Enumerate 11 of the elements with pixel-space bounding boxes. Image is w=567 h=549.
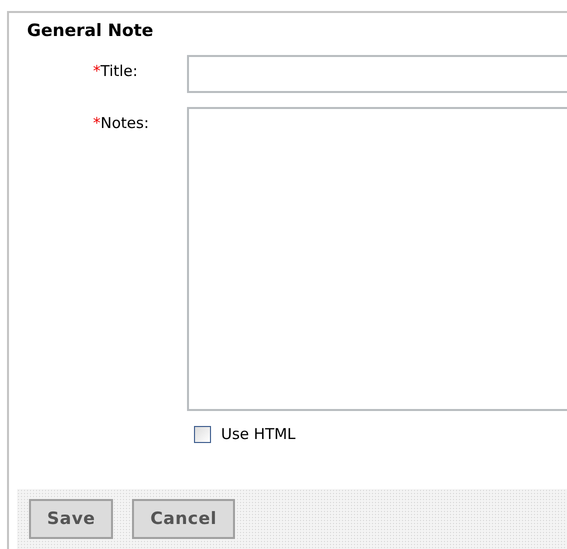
checkbox[interactable] [194,426,211,442]
form-button[interactable]: Save [29,499,114,539]
panel-title: General Note [27,21,154,41]
required-mark: * [93,62,100,80]
title-field[interactable] [187,55,567,93]
notes-field[interactable] [187,107,567,411]
field-label: Notes: [100,114,149,132]
field-label: Title: [100,62,138,80]
required-mark: * [93,114,100,132]
checkbox-label: Use HTML [221,425,296,443]
form-button[interactable]: Cancel [132,499,235,539]
